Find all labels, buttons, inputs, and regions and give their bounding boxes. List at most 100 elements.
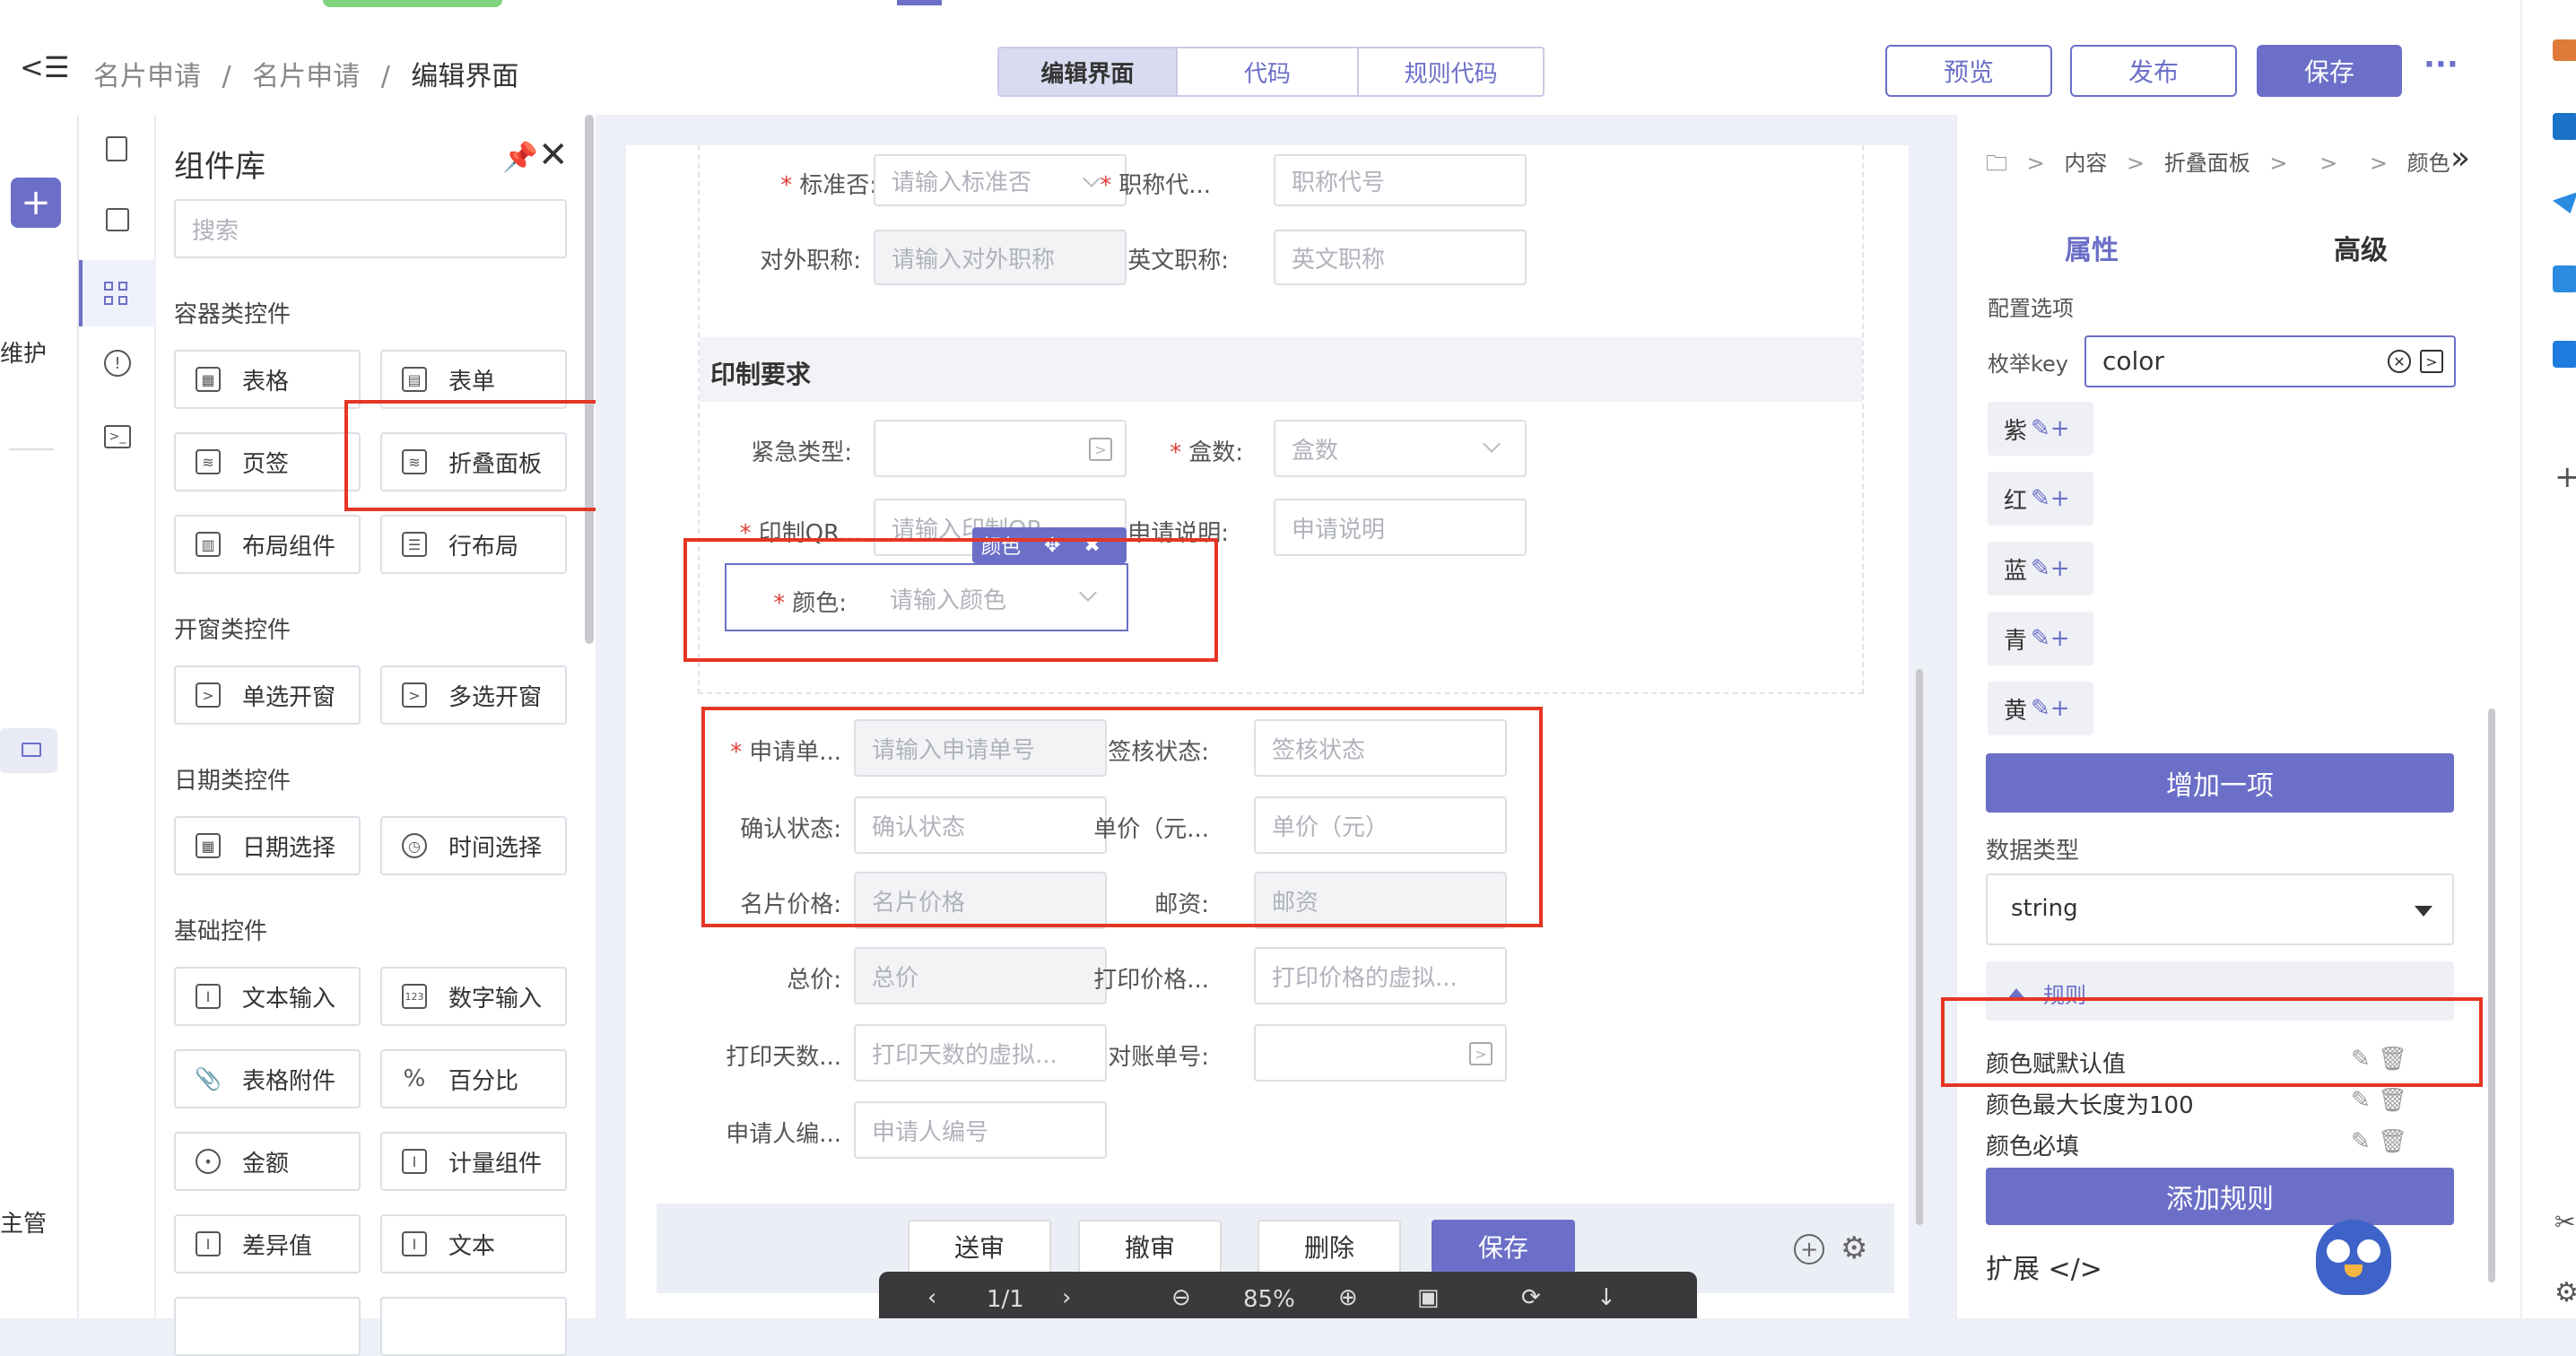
close-icon[interactable]: ✕ [538,135,569,176]
publish-button[interactable]: 发布 [2070,45,2237,97]
expand-panel-icon[interactable]: » [2450,140,2470,177]
more-icon[interactable]: ··· [2424,47,2459,83]
component-diff[interactable]: I 差异值 [174,1214,361,1273]
terminal-icon[interactable]: >_ [104,425,131,448]
crumb-item[interactable]: 内容 [2064,151,2107,176]
send-icon[interactable] [2553,192,2576,213]
collapse-menu-icon[interactable]: <☰ [20,50,70,84]
outlook-icon[interactable] [2553,113,2576,140]
standard-select[interactable]: 请输入标准否 [874,154,1127,206]
rule-actions-icon[interactable]: ✎ 🗑 [2351,1128,2407,1155]
edit-icon[interactable]: ✎+ [2031,415,2070,442]
settings-icon[interactable]: ⚙ [1841,1230,1867,1266]
component-tabs[interactable]: ≋ 页签 [174,432,361,491]
gear-icon[interactable]: ⚙ [2554,1277,2576,1308]
component-time-select[interactable]: ◷ 时间选择 [380,816,567,875]
extend-label[interactable]: 扩展 </> [1986,1247,2102,1286]
translate-icon[interactable] [2553,265,2576,292]
component-number-input[interactable]: 123 数字输入 [380,967,567,1026]
component-percent[interactable]: % 百分比 [380,1049,567,1108]
zoom-in-icon[interactable]: ⊕ [1338,1284,1358,1311]
rotate-icon[interactable]: ⟳ [1521,1284,1541,1311]
enum-item[interactable]: 黄 ✎+ [1988,682,2093,735]
component-row-layout[interactable]: ☰ 行布局 [380,515,567,574]
enum-item[interactable]: 紫 ✎+ [1988,402,2093,456]
tab-edit-view[interactable]: 编辑界面 [999,48,1178,95]
briefcase-icon[interactable] [2553,39,2576,61]
component-text[interactable]: I 文本 [380,1214,567,1273]
components-icon[interactable] [79,260,156,326]
component-more[interactable] [380,1297,567,1356]
prev-page-icon[interactable]: ‹ [927,1284,936,1311]
edit-icon[interactable]: ✎+ [2031,485,2070,512]
data-type-select[interactable]: string [1986,874,2454,945]
nav-item-device[interactable] [0,728,57,773]
total-price-input[interactable]: 总价 [854,947,1107,1004]
component-amount[interactable]: • 金额 [174,1132,361,1191]
enum-key-input[interactable]: color ✕ > [2084,335,2456,387]
fit-page-icon[interactable]: ▣ [1417,1284,1440,1311]
boxes-select[interactable]: 盒数 [1274,420,1527,477]
submit-review-button[interactable]: 送审 [908,1220,1051,1273]
crumb-item[interactable]: 颜色 [2407,151,2450,176]
edit-icon[interactable]: ✎+ [2031,625,2070,652]
tab-code[interactable]: 代码 [1178,48,1360,95]
clear-icon[interactable]: ✕ [2388,350,2411,373]
tab-rule-code[interactable]: 规则代码 [1359,48,1543,95]
tab-advanced[interactable]: 高级 [2334,228,2388,267]
download-icon[interactable]: ↓ [1597,1284,1616,1311]
zoom-out-icon[interactable]: ⊖ [1171,1284,1191,1311]
edit-icon[interactable]: ✎+ [2031,695,2070,722]
title-code-input[interactable]: 职称代号 [1274,154,1527,206]
enum-item[interactable]: 青 ✎+ [1988,612,2093,665]
zhihu-icon[interactable] [2553,341,2576,368]
enum-item[interactable]: 红 ✎+ [1988,472,2093,526]
component-text-input[interactable]: I 文本输入 [174,967,361,1026]
tab-properties[interactable]: 属性 [2065,228,2119,267]
outline-icon[interactable] [106,136,127,161]
search-input[interactable]: 搜索 [174,199,567,258]
canvas-scrollbar[interactable] [1916,669,1923,1225]
add-icon[interactable]: + [2554,459,2576,495]
print-price-input[interactable]: 打印价格的虚拟... [1254,947,1507,1004]
properties-scrollbar[interactable] [2488,708,2495,1282]
component-table[interactable]: ▦ 表格 [174,350,361,409]
library-scrollbar[interactable] [585,115,594,644]
nav-item-maintain[interactable]: 维护 [0,335,47,369]
rule-actions-icon[interactable]: ✎ 🗑 [2351,1087,2407,1114]
component-measure[interactable]: I 计量组件 [380,1132,567,1191]
withdraw-review-button[interactable]: 撤审 [1078,1220,1222,1273]
component-more[interactable] [174,1297,361,1356]
urgent-type-dialog[interactable]: > [874,420,1127,477]
scissors-icon[interactable]: ✂ [2554,1207,2575,1237]
apply-desc-input[interactable]: 申请说明 [1274,499,1527,556]
rule-item[interactable]: 颜色必填 ✎ 🗑 [1986,1128,2407,1161]
edit-icon[interactable]: ✎+ [2031,555,2070,582]
next-page-icon[interactable]: › [1062,1284,1071,1311]
statement-no-dialog[interactable]: > [1254,1024,1507,1082]
breadcrumb-item[interactable]: 名片申请 [93,61,201,92]
applicant-no-input[interactable]: 申请人编号 [854,1101,1107,1159]
rule-item[interactable]: 颜色最大长度为100 ✎ 🗑 [1986,1087,2407,1120]
component-single-dialog[interactable]: > 单选开窗 [174,665,361,725]
open-dialog-icon[interactable]: > [2420,350,2443,373]
form-save-button[interactable]: 保存 [1432,1220,1575,1273]
nav-item-manager[interactable]: 主管 [0,1205,47,1239]
form-icon[interactable] [106,208,129,231]
breadcrumb-item[interactable]: 名片申请 [252,61,360,92]
add-circle-icon[interactable]: + [1794,1234,1824,1265]
component-date-select[interactable]: ▦ 日期选择 [174,816,361,875]
warning-icon[interactable]: ! [104,350,131,377]
print-days-input[interactable]: 打印天数的虚拟... [854,1024,1107,1082]
component-multi-dialog[interactable]: > 多选开窗 [380,665,567,725]
enum-item[interactable]: 蓝 ✎+ [1988,542,2093,595]
delete-button[interactable]: 删除 [1258,1220,1401,1273]
component-table-attachment[interactable]: 📎 表格附件 [174,1049,361,1108]
preview-button[interactable]: 预览 [1885,45,2052,97]
crumb-item[interactable]: 折叠面板 [2164,151,2250,176]
open-dialog-icon[interactable]: > [1469,1042,1493,1065]
external-title-input[interactable]: 请输入对外职称 [874,230,1127,285]
add-item-button[interactable]: 增加一项 [1986,753,2454,813]
save-button[interactable]: 保存 [2257,45,2402,97]
add-rule-button[interactable]: 添加规则 [1986,1168,2454,1225]
